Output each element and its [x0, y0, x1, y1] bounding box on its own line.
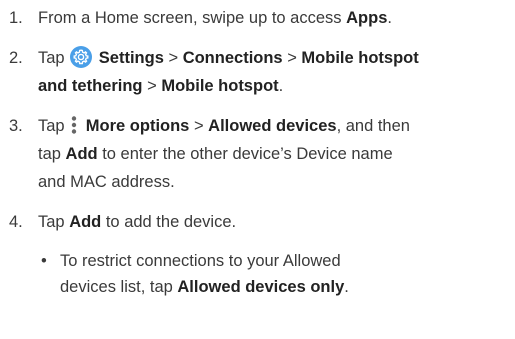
apps-term: Apps — [346, 9, 388, 27]
separator: > — [282, 49, 302, 67]
bullet-item: • To restrict connections to your Allowe… — [0, 248, 515, 300]
step-text: Tap More options > Allowed devices, and … — [38, 112, 507, 196]
step-text: Tap Add to add the device. — [38, 208, 507, 236]
step-text-part: Tap — [38, 117, 70, 135]
step-text-part: tap — [38, 145, 66, 163]
allowed-devices-term: Allowed devices — [208, 117, 337, 135]
step-text: From a Home screen, swipe up to access A… — [38, 4, 507, 32]
bullet-text-part: devices list, tap — [60, 278, 178, 296]
step-2: 2. Tap Settings > Connections > Mobile h… — [0, 44, 515, 100]
allowed-devices-only-term: Allowed devices only — [177, 278, 345, 296]
add-term: Add — [65, 145, 98, 163]
step-text-part: , and then — [336, 117, 410, 135]
more-options-icon — [70, 114, 78, 136]
bullet-text-part: . — [344, 278, 349, 296]
mobile-hotspot-term: Mobile hotspot — [161, 77, 279, 95]
more-options-term: More options — [85, 117, 190, 135]
step-number: 3. — [9, 117, 23, 135]
step-number: 2. — [9, 49, 23, 67]
step-number: 1. — [9, 9, 23, 27]
step-text-part: Tap — [38, 213, 70, 231]
add-term: Add — [69, 213, 102, 231]
separator: > — [163, 49, 183, 67]
settings-term: Settings — [98, 49, 164, 67]
step-text-part: . — [278, 77, 284, 95]
step-text: Tap Settings > Connections > Mobile hots… — [38, 44, 507, 100]
connections-term: Connections — [182, 49, 283, 67]
separator: > — [189, 117, 209, 135]
separator: > — [142, 77, 162, 95]
step-text-part: Tap — [38, 49, 70, 67]
step-number: 4. — [9, 213, 23, 231]
step-text-part: . — [387, 9, 392, 27]
bullet-marker: • — [41, 252, 47, 270]
mobile-hotspot-tethering-term-continued: and tethering — [38, 77, 143, 95]
step-3: 3. Tap More options > Allowed devices, a… — [0, 112, 515, 196]
mobile-hotspot-tethering-term: Mobile hotspot — [301, 49, 419, 67]
settings-gear-icon — [70, 46, 93, 68]
step-text-part: to enter the other device’s Device name — [97, 145, 393, 163]
instruction-page: 1. From a Home screen, swipe up to acces… — [0, 0, 515, 339]
step-text-part: From a Home screen, swipe up to access — [38, 9, 347, 27]
bullet-text-part: To restrict connections to your Allowed — [60, 252, 341, 270]
step-text-part: to add the device. — [101, 213, 237, 231]
step-4: 4. Tap Add to add the device. — [0, 208, 515, 236]
step-1: 1. From a Home screen, swipe up to acces… — [0, 4, 515, 32]
step-text-part: and MAC address. — [38, 173, 175, 191]
